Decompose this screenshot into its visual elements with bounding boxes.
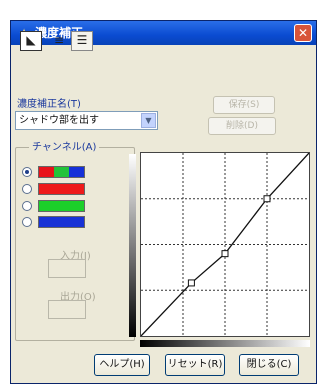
green-swatch	[38, 200, 85, 212]
levels-icon: ☰	[76, 33, 88, 47]
histogram-icon: ◣	[26, 33, 36, 47]
save-button[interactable]: 保存(S)	[213, 96, 275, 114]
help-button[interactable]: ヘルプ(H)	[94, 354, 150, 376]
curve-control-point[interactable]	[263, 195, 271, 203]
document-view-button[interactable]: ≡	[48, 31, 70, 51]
delete-button[interactable]: 削除(D)	[208, 117, 276, 135]
channel-radio-green[interactable]	[22, 201, 32, 211]
output-gradient-bar	[129, 154, 136, 337]
channel-radio-rgb[interactable]	[22, 167, 32, 177]
close-button[interactable]: ✕	[294, 24, 312, 42]
input-gradient-bar	[140, 340, 310, 347]
levels-view-button[interactable]: ☰	[71, 31, 93, 51]
tone-curve-graph[interactable]	[140, 152, 310, 337]
preset-label: 濃度補正名(T)	[17, 99, 81, 110]
histogram-view-button[interactable]: ◣	[20, 31, 42, 51]
channel-label: チャンネル(A)	[29, 142, 100, 154]
blue-swatch	[38, 216, 85, 228]
document-icon: ≡	[53, 33, 65, 47]
rgb-swatch	[38, 166, 85, 178]
output-value-field[interactable]	[48, 300, 86, 319]
channel-radio-blue[interactable]	[22, 217, 32, 227]
curve-control-point[interactable]	[221, 250, 229, 258]
preset-selected-value: シャドウ部を出す	[19, 115, 99, 126]
curve-control-point[interactable]	[187, 279, 195, 287]
tone-curve-canvas[interactable]	[140, 152, 310, 337]
chevron-down-icon[interactable]: ▼	[141, 113, 156, 128]
red-swatch	[38, 183, 85, 195]
preset-select[interactable]: シャドウ部を出す ▼	[15, 111, 158, 130]
channel-radio-red[interactable]	[22, 184, 32, 194]
close-dialog-button[interactable]: 閉じる(C)	[239, 354, 299, 376]
reset-button[interactable]: リセット(R)	[165, 354, 225, 376]
input-value-field[interactable]	[48, 259, 86, 278]
background-strip	[0, 0, 325, 22]
